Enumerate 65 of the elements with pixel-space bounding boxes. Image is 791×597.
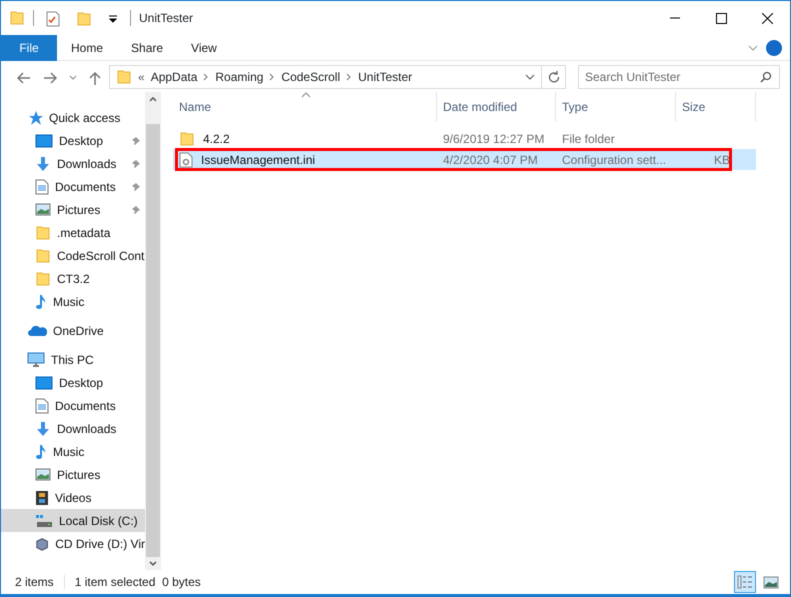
sidebar-item[interactable]: Videos <box>1 486 145 510</box>
sidebar-label: Desktop <box>59 132 104 150</box>
sidebar-item[interactable]: Documents <box>1 175 145 198</box>
sidebar-item[interactable]: Local Disk (C:) <box>1 509 145 532</box>
ribbon-tab[interactable]: View <box>177 34 231 60</box>
sidebar-label: Pictures <box>57 466 100 484</box>
sidebar-item[interactable]: Music <box>1 440 145 464</box>
sidebar-item[interactable]: Quick access <box>1 106 145 130</box>
selection-status: 1 item selected 0 bytes <box>74 574 201 592</box>
sidebar-item[interactable]: CodeScroll Cont <box>1 244 145 268</box>
sidebar-label: Desktop <box>59 374 104 392</box>
sidebar-label: Quick access <box>49 110 120 127</box>
sidebar-item[interactable]: CD Drive (D:) Vir <box>1 532 145 556</box>
sidebar-item[interactable]: Downloads <box>1 417 145 440</box>
sidebar-item[interactable]: OneDrive <box>1 319 145 342</box>
sidebar-label: Local Disk (C:) <box>59 512 138 530</box>
sidebar-item[interactable]: .metadata <box>1 221 145 244</box>
sidebar-item[interactable]: Pictures <box>1 463 145 486</box>
breadcrumb[interactable]: AppData <box>150 68 198 86</box>
sidebar-label: Downloads <box>57 156 116 173</box>
sidebar-item[interactable]: Downloads <box>1 152 145 176</box>
sidebar-label: Documents <box>55 178 116 196</box>
column-header[interactable]: Type <box>556 92 676 122</box>
size-cell: KB <box>714 152 730 167</box>
sidebar-item[interactable]: CT3.2 <box>1 267 145 290</box>
column-header[interactable]: Size <box>676 92 756 122</box>
ribbon-tab[interactable]: File <box>1 34 57 60</box>
search-field[interactable]: Search UnitTester <box>578 64 780 89</box>
sidebar-label: CodeScroll Cont <box>57 248 144 265</box>
overflow-crumb[interactable]: « <box>138 68 145 86</box>
column-header[interactable]: Date modified <box>437 92 556 122</box>
window-title: UnitTester <box>139 10 194 27</box>
date-cell: 4/2/2020 4:07 PM <box>443 152 538 167</box>
breadcrumb[interactable]: UnitTester <box>358 68 412 86</box>
sidebar-item[interactable]: This PC <box>1 348 145 372</box>
date-cell: 9/6/2019 12:27 PM <box>443 132 544 146</box>
sidebar-label: Music <box>53 444 84 461</box>
sidebar-label: Music <box>53 294 84 311</box>
sidebar-label: Documents <box>55 398 116 415</box>
sidebar-item[interactable]: Music <box>1 290 145 314</box>
sidebar-item[interactable]: Pictures <box>1 198 145 222</box>
breadcrumb[interactable]: Roaming <box>215 68 264 86</box>
item-count: 2 items <box>15 574 54 592</box>
ribbon-tab[interactable]: Share <box>117 34 178 60</box>
sidebar-item[interactable]: Documents <box>1 394 145 418</box>
file-name: 4.2.2 <box>203 130 230 148</box>
column-header[interactable]: Name <box>173 92 437 122</box>
file-name: IssueManagement.ini <box>201 152 316 169</box>
sidebar-label: CD Drive (D:) Vir <box>55 536 145 553</box>
sidebar-label: OneDrive <box>53 322 104 340</box>
sidebar-label: Videos <box>55 490 92 507</box>
file-row[interactable]: 4.2.2 9/6/2019 12:27 PM File folder <box>173 128 756 150</box>
sidebar-label: CT3.2 <box>57 270 90 288</box>
type-cell: Configuration sett... <box>562 152 666 167</box>
type-cell: File folder <box>562 132 615 146</box>
ribbon-tab[interactable]: Home <box>57 34 118 60</box>
sidebar-label: .metadata <box>57 224 110 242</box>
address-bar[interactable]: « AppData Roaming CodeScroll UnitTester <box>109 64 566 89</box>
sidebar-label: Pictures <box>57 202 100 219</box>
file-row[interactable]: IssueManagement.ini 4/2/2020 4:07 PM Configuration sett... KB <box>173 149 756 170</box>
sidebar-label: This PC <box>51 352 94 369</box>
breadcrumb[interactable]: CodeScroll <box>281 68 340 86</box>
sidebar-item[interactable]: Desktop <box>1 371 145 394</box>
sidebar-item[interactable]: Desktop <box>1 129 145 152</box>
sidebar-label: Downloads <box>57 420 116 438</box>
